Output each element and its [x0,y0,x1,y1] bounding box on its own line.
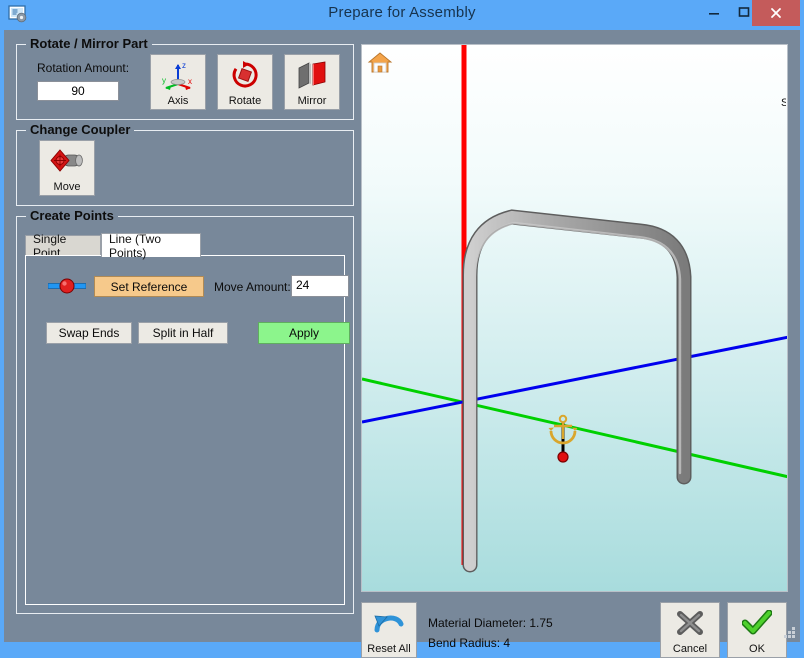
dialog-client-area: Rotate / Mirror Part Rotation Amount: 90… [4,30,800,658]
viewport-scene [362,45,787,573]
axis-button[interactable]: z x y Axis [150,54,206,110]
set-reference-button[interactable]: Set Reference [94,276,204,297]
group-title-create-points: Create Points [26,208,118,223]
group-title-change-coupler: Change Coupler [26,122,135,137]
mirror-plane-icon [285,59,339,91]
home-view-icon[interactable] [367,50,393,76]
3d-viewport[interactable]: S [361,44,788,592]
axis-y [362,335,787,424]
title-bar[interactable]: Prepare for Assembly [0,0,804,30]
tab-line-two-points[interactable]: Line (Two Points) [101,231,201,260]
swap-ends-label: Swap Ends [58,326,120,340]
window-title: Prepare for Assembly [328,4,476,21]
split-in-half-button[interactable]: Split in Half [138,322,228,344]
tab-line-two-points-label: Line (Two Points) [109,231,162,260]
rotate-arrow-icon [218,59,272,91]
group-rotate-mirror-part: Rotate / Mirror Part Rotation Amount: 90… [16,36,354,120]
rotate-button-label: Rotate [228,95,262,107]
svg-text:y: y [162,76,166,85]
move-amount-input[interactable]: 24 [291,275,349,297]
swap-ends-button[interactable]: Swap Ends [46,322,132,344]
line-endpoint-icon [47,278,87,294]
reset-all-label: Reset All [367,643,411,655]
tab-single-point[interactable]: Single Point [25,232,101,260]
dialog-window: Prepare for Assembly Rotate / Mirror Par… [0,0,804,658]
apply-button[interactable]: Apply [258,322,350,344]
rotate-button[interactable]: Rotate [217,54,273,110]
material-diameter-text: Material Diameter: 1.75 [428,616,553,630]
x-mark-icon [661,607,719,639]
coupler-move-icon [40,145,94,177]
tube-part [462,209,692,573]
undo-arrow-icon [362,607,416,639]
rotation-amount-label: Rotation Amount: [37,61,130,75]
svg-text:x: x [188,77,192,86]
resize-grip[interactable] [784,627,796,639]
apply-label: Apply [288,326,320,340]
move-amount-label: Move Amount: [214,280,291,294]
move-coupler-button-label: Move [53,181,81,193]
set-reference-label: Set Reference [110,279,188,294]
mirror-button[interactable]: Mirror [284,54,340,110]
cancel-label: Cancel [672,643,708,655]
close-button[interactable] [752,0,800,26]
rotation-amount-input[interactable]: 90 [37,81,119,101]
axis-button-label: Axis [167,95,189,107]
tabpage-line-two-points: Set Reference Move Amount: 24 Swap Ends … [25,255,350,605]
group-title-rotate-mirror: Rotate / Mirror Part [26,36,152,51]
group-change-coupler: Change Coupler Move [16,122,354,206]
svg-text:z: z [182,61,186,70]
bend-radius-text: Bend Radius: 4 [428,636,511,650]
mirror-button-label: Mirror [297,95,327,107]
check-mark-icon [728,607,786,639]
viewport-edge-glyph: S [781,97,786,109]
group-create-points: Create Points Single Point Line (Two Poi… [16,208,354,614]
axis-triad-icon: z x y [151,59,205,91]
move-coupler-button[interactable]: Move [39,140,95,196]
split-in-half-label: Split in Half [152,326,214,340]
ok-label: OK [749,643,765,655]
